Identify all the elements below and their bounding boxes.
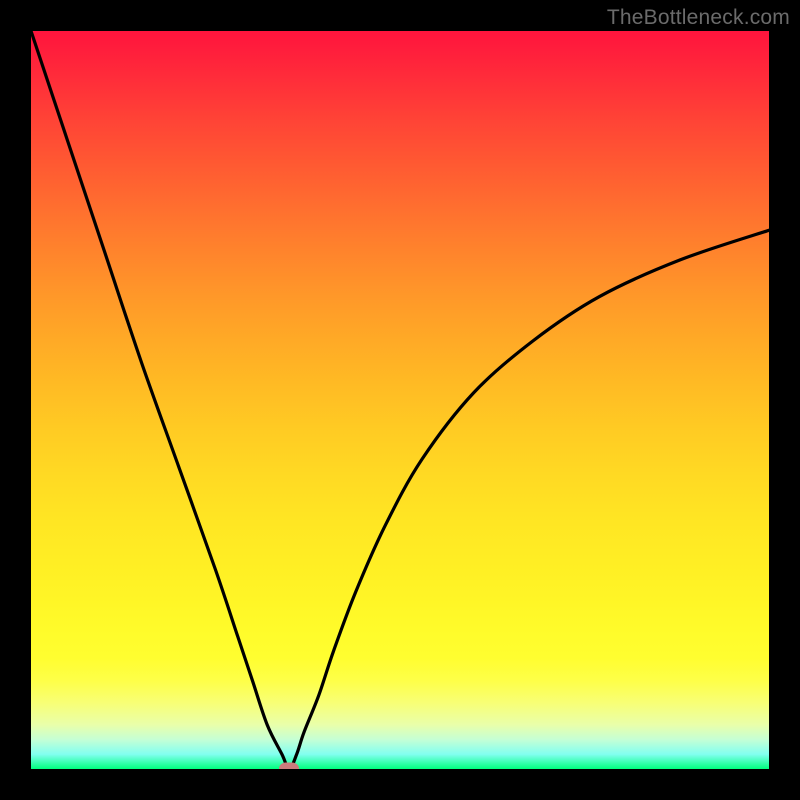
optimal-point-marker	[279, 763, 299, 770]
watermark-label: TheBottleneck.com	[607, 6, 790, 30]
plot-area	[31, 31, 769, 769]
bottleneck-curve	[31, 31, 769, 769]
chart-frame: TheBottleneck.com	[0, 0, 800, 800]
